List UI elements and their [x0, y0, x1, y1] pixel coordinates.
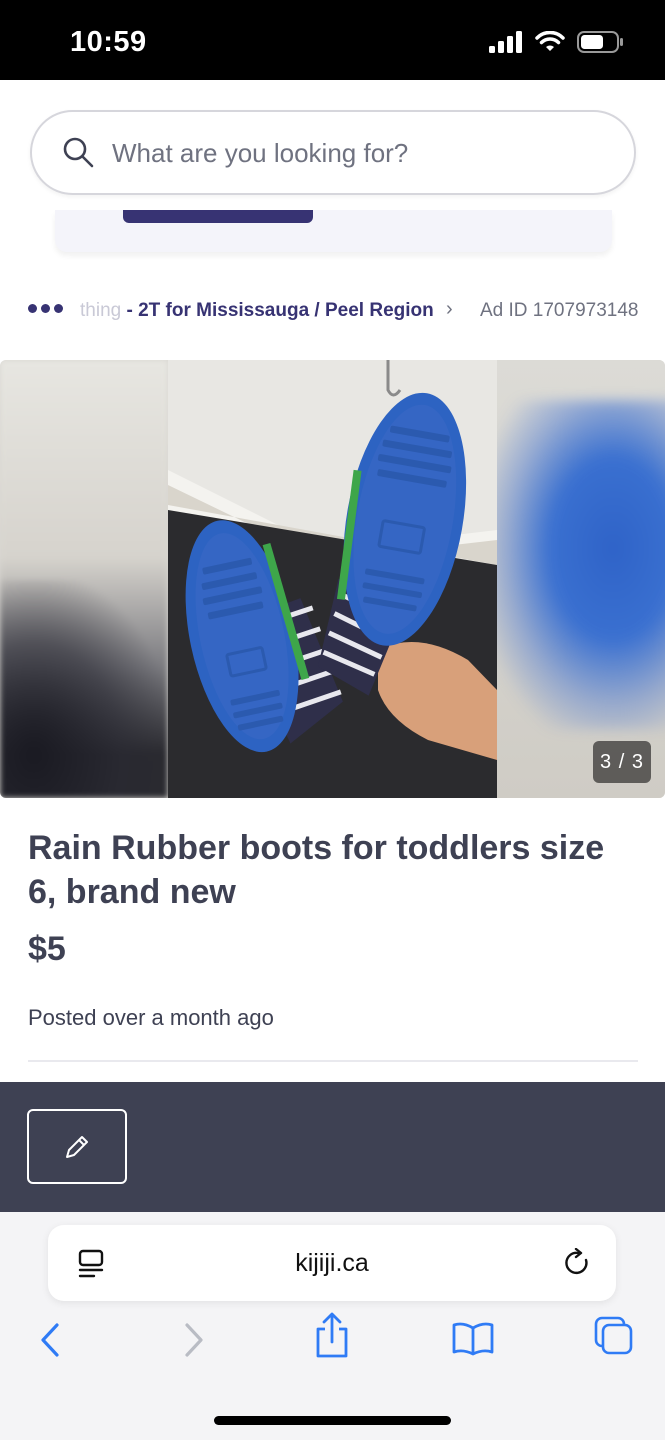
share-button[interactable]: [314, 1312, 350, 1363]
tabs-icon: [594, 1316, 633, 1355]
posted-date: Posted over a month ago: [28, 1005, 274, 1030]
search-icon: [63, 137, 94, 168]
ad-id: Ad ID 1707973148: [480, 300, 639, 321]
edit-button[interactable]: [27, 1109, 127, 1184]
url-text[interactable]: kijiji.ca: [48, 1249, 616, 1278]
bookmarks-button[interactable]: [451, 1320, 495, 1361]
divider: [28, 1060, 638, 1062]
wifi-icon: [535, 31, 565, 51]
breadcrumb-faded-text: thing: [80, 300, 122, 321]
share-icon: [316, 1312, 348, 1358]
listing-title: Rain Rubber boots for toddlers size 6, b…: [28, 829, 605, 911]
image-gallery[interactable]: [0, 360, 665, 798]
previous-image-preview[interactable]: [0, 360, 170, 798]
battery-icon: [577, 31, 623, 53]
breadcrumb-category-label: - 2T for Mississauga / Peel Region: [121, 300, 434, 321]
reload-icon[interactable]: [564, 1248, 592, 1278]
search-placeholder[interactable]: What are you looking for?: [112, 138, 408, 169]
breadcrumb: thing - 2T for Mississauga / Peel Region…: [28, 298, 648, 328]
search-bar[interactable]: What are you looking for?: [30, 110, 636, 195]
breadcrumb-category[interactable]: thing - 2T for Mississauga / Peel Region: [80, 300, 434, 322]
action-bar: [0, 1082, 665, 1212]
status-icons: [489, 30, 625, 54]
status-time: 10:59: [70, 26, 147, 58]
image-counter: 3 / 3: [593, 741, 651, 783]
next-image-preview[interactable]: [497, 360, 665, 798]
back-button[interactable]: [38, 1320, 62, 1365]
breadcrumb-chevron-icon: ›: [446, 298, 453, 320]
tabs-button[interactable]: [594, 1316, 634, 1361]
browser-nav-row: [0, 1312, 665, 1370]
cellular-signal-icon: [489, 31, 522, 53]
status-bar: 10:59: [0, 0, 665, 80]
pencil-icon: [66, 1135, 88, 1158]
breadcrumb-more-icon[interactable]: [28, 304, 63, 313]
forward-button[interactable]: [182, 1320, 206, 1365]
bookmarks-icon: [452, 1322, 494, 1356]
partial-promo-card: [55, 210, 612, 252]
partial-card-button[interactable]: [123, 210, 313, 223]
back-chevron-icon: [41, 1323, 59, 1357]
listing-price: $5: [28, 930, 66, 968]
home-indicator: [214, 1416, 451, 1425]
listing-photo[interactable]: [168, 360, 497, 798]
forward-chevron-icon: [185, 1323, 203, 1357]
address-bar[interactable]: kijiji.ca: [48, 1225, 616, 1301]
browser-toolbar: kijiji.ca: [0, 1212, 665, 1440]
